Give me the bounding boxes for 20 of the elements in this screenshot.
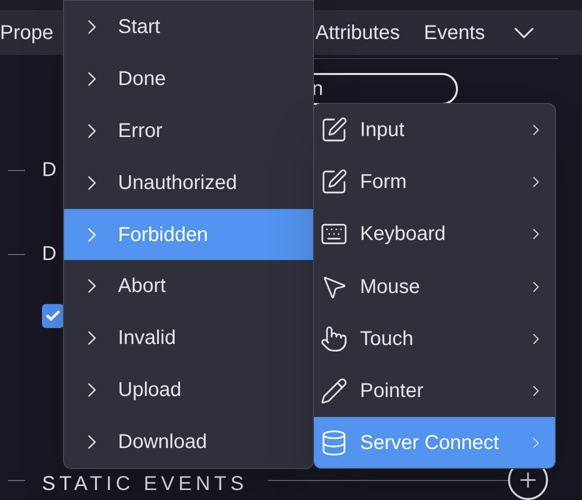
menu-item[interactable]: Keyboard xyxy=(314,208,555,261)
menu-item[interactable]: Form xyxy=(314,156,555,208)
menu-item[interactable]: Download xyxy=(64,416,313,468)
section-heading: D xyxy=(42,158,56,183)
menu-item[interactable]: Abort xyxy=(64,260,313,312)
menu-item[interactable]: Touch xyxy=(314,312,555,365)
section-heading: D xyxy=(42,242,56,267)
menu-item[interactable]: Pointer xyxy=(314,364,555,418)
menu-item[interactable]: Start xyxy=(64,1,313,53)
menu-item[interactable]: Upload xyxy=(64,364,313,416)
section-heading: STATIC EVENTS xyxy=(42,473,248,495)
tab[interactable]: Attributes xyxy=(315,18,400,48)
tab[interactable]: Events xyxy=(424,18,486,48)
menu-item[interactable]: Mouse xyxy=(314,260,555,313)
checkbox[interactable] xyxy=(42,304,64,328)
menu-item[interactable]: Error xyxy=(64,104,313,157)
menu-item[interactable]: Invalid xyxy=(64,312,313,364)
menu-item[interactable]: Input xyxy=(314,104,555,156)
menu-item[interactable]: Unauthorized xyxy=(64,156,313,209)
tab[interactable]: Prope xyxy=(0,18,54,48)
